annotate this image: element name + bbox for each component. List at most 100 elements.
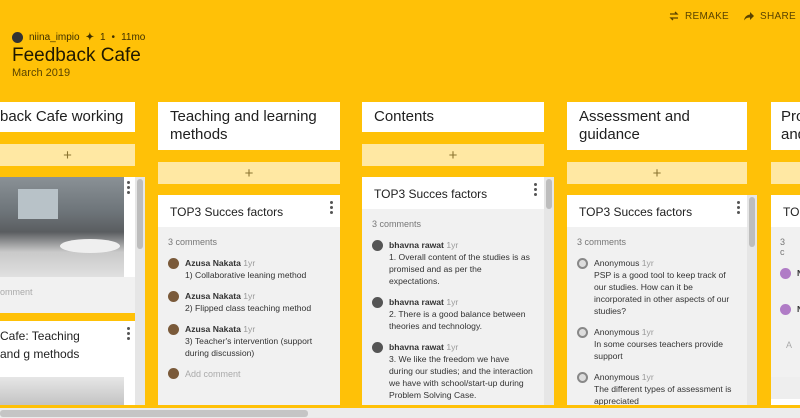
column-title: back Cafe working [0,108,124,125]
post-menu-icon[interactable] [127,327,131,340]
post-card[interactable] [771,399,800,405]
post-card[interactable]: TOP3 Succes factors 3 comments bhavna ra… [362,177,544,405]
column-header-5: Pro and [771,102,800,150]
remake-button[interactable]: REMAKE [668,10,729,22]
post-menu-icon[interactable] [534,183,538,196]
comment-text: In some courses teachers provide support [594,339,723,361]
anonymous-avatar-icon [577,372,588,383]
commenter-avatar [168,258,179,269]
commenter-name[interactable]: Azusa Nakata [185,324,241,334]
comment-time: 1yr [446,240,459,250]
comment-text: The different types of assessment is app… [594,384,732,405]
post-card[interactable]: TOP3 Succes factors 3 comments Azusa Nak… [158,195,340,405]
comment: Anonymous 1yr In some courses teachers pr… [577,326,737,362]
share-icon [744,12,755,21]
comment: bhavna rawat 1yr 2. There is a good balan… [372,296,534,332]
remake-label: REMAKE [685,10,730,22]
commenter-name[interactable]: Azusa Nakata [185,258,241,268]
add-comment-input[interactable]: A [786,340,792,350]
commenter-name[interactable]: bhavna rawat [389,297,444,307]
author-name[interactable]: niina_impio [29,32,80,43]
post-card[interactable]: TOP 3 c N N A [771,195,800,377]
post-card[interactable]: omment [0,177,135,313]
comment-count[interactable]: 3 comments [577,237,737,247]
comment: N [780,267,800,279]
comment-text: 1) Collaborative leaning method [185,270,307,280]
comment-text: PSP is a good tool to keep track of our … [594,270,730,316]
column-title: Pro and [781,108,800,143]
classroom-photo [0,177,124,277]
add-comment-row[interactable]: A [780,339,792,350]
commenter-avatar [780,268,791,279]
comment-count[interactable]: 3 comments [372,219,534,229]
post-title: TOP [783,205,800,219]
column-body-2: TOP3 Succes factors 3 comments Azusa Nak… [158,195,340,405]
comment-time: 1yr [243,291,256,301]
commenter-name: Anonymous [594,327,640,337]
comment-time: 1yr [446,297,459,307]
post-card[interactable]: TOP3 Succes factors 3 comments Anonymous… [567,195,747,405]
column-title: Teaching and learning methods [170,108,317,143]
board-meta: niina_impio ✦ 1 • 11mo [12,32,145,43]
comment-count[interactable]: 3 c [780,237,790,257]
add-post-button-4[interactable]: + [567,162,747,184]
add-post-button-3[interactable]: + [362,144,544,166]
comment-time: 1yr [641,327,654,337]
add-comment-input[interactable]: Add comment [185,369,241,379]
commenter-name[interactable]: bhavna rawat [389,240,444,250]
post-menu-icon[interactable] [330,201,334,214]
comment-text: 2) Flipped class teaching method [185,303,312,313]
comment: bhavna rawat 1yr 3. We like the freedom w… [372,341,534,401]
comment-count[interactable]: 3 comments [168,237,330,247]
commenter-avatar [372,297,383,308]
comment-time: 1yr [641,258,654,268]
share-label: SHARE [760,10,796,22]
column-header-1: back Cafe working [0,102,135,132]
plus-icon: + [244,164,254,182]
comment: N [780,303,800,315]
add-comment-row[interactable]: Add comment [168,368,330,379]
comment: bhavna rawat 1yr 1. Overall content of th… [372,239,534,287]
like-icon[interactable]: ✦ [86,32,94,43]
add-comment-input[interactable]: omment [0,287,33,297]
board-age: 11mo [121,32,146,43]
comment-text: 2. There is a good balance between theor… [389,309,526,331]
column-header-2: Teaching and learning methods [158,102,340,150]
add-post-button-1[interactable]: + [0,144,135,166]
post-menu-icon[interactable] [127,181,131,194]
comment: Azusa Nakata 1yr 2) Flipped class teachin… [168,290,330,314]
commenter-avatar [372,240,383,251]
column-scrollbar-3[interactable] [544,177,554,405]
author-avatar[interactable] [12,32,23,43]
column-header-4: Assessment and guidance [567,102,747,150]
plus-icon: + [448,146,458,164]
comment: Azusa Nakata 1yr 1) Collaborative leaning… [168,257,330,281]
commenter-avatar [780,304,791,315]
comment-text: 3) Teacher's intervention (support durin… [185,336,313,358]
board-date: March 2019 [12,67,71,79]
column-body-5: TOP 3 c N N A [771,195,800,405]
commenter-name: Anonymous [594,258,640,268]
like-count: 1 [99,32,106,43]
comment-time: 1yr [446,342,459,352]
user-avatar [168,368,179,379]
comments-section: 3 comments Azusa Nakata 1yr 1) Collaborat… [158,227,340,405]
post-title: Cafe: Teaching and g methods [0,329,80,361]
comments-section: 3 comments bhavna rawat 1yr 1. Overall co… [362,209,544,405]
commenter-name[interactable]: Azusa Nakata [185,291,241,301]
comment-text: 3. We like the freedom we have during ou… [389,354,533,400]
comment-time: 1yr [243,258,256,268]
column-scrollbar-4[interactable] [747,195,757,405]
share-button[interactable]: SHARE [743,10,796,22]
column-scrollbar-1[interactable] [135,177,145,405]
post-card[interactable]: Cafe: Teaching and g methods [0,321,135,405]
board-horizontal-scrollbar[interactable] [0,408,800,418]
post-image [0,377,124,405]
add-post-button-2[interactable]: + [158,162,340,184]
commenter-name[interactable]: bhavna rawat [389,342,444,352]
comments-section: 3 c N N A [771,227,800,377]
comment-text: 1. Overall content of the studies is as … [389,252,530,286]
post-menu-icon[interactable] [737,201,741,214]
add-post-button-5[interactable] [771,162,800,184]
comment-time: 1yr [641,372,654,382]
